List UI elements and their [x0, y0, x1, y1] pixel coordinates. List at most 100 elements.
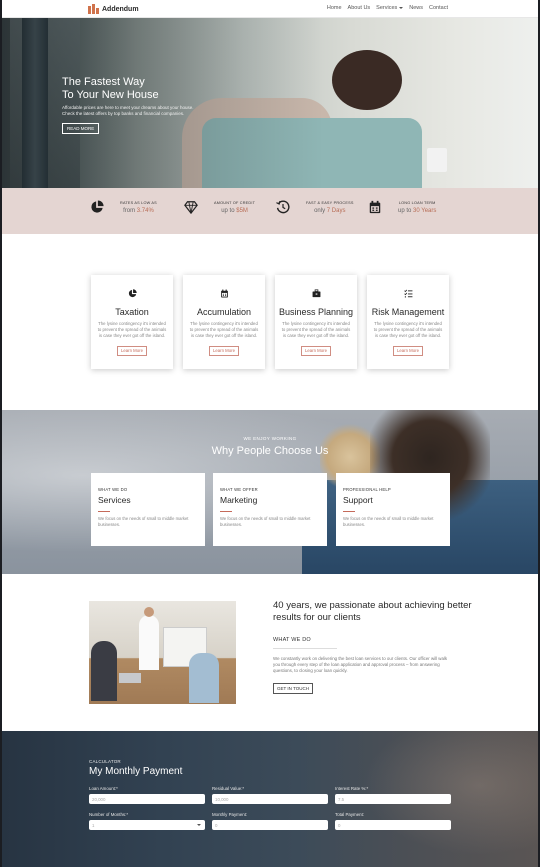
stat-rates: RATES AS LOW AS from 3.74%	[90, 200, 157, 214]
field-label: Interest Rate %:*	[335, 786, 369, 791]
read-more-button[interactable]: READ MORE	[62, 123, 100, 134]
why-card-text: We focus on the needs of small to middle…	[220, 516, 311, 527]
interest-rate-input[interactable]: 7.5	[335, 794, 451, 804]
hero-section: The Fastest Way To Your New House Afford…	[2, 18, 538, 188]
divider	[98, 511, 110, 512]
hero-subtitle: Affordable prices are here to meet your …	[62, 105, 262, 117]
field-label: Total Payment:	[335, 812, 365, 817]
why-card-title: Support	[343, 495, 373, 505]
nav-item-services-label: Services	[376, 5, 398, 11]
stat-value-line: up to 30 Years	[398, 208, 436, 214]
divider	[343, 511, 355, 512]
loan-amount-field: Loan Amount:* 20,000	[89, 786, 205, 804]
stat-label: AMOUNT OF CREDIT	[214, 200, 256, 205]
service-text: The lysine contingency it's intended to …	[373, 321, 443, 338]
stat-label: FAST & EASY PROCESS	[306, 200, 354, 205]
residual-value-input[interactable]: 10,000	[212, 794, 328, 804]
brand-name: Addendum	[102, 5, 139, 13]
select-value: 1	[92, 822, 95, 828]
hero-subtitle-line2: Check the latest offers by top banks and…	[62, 111, 185, 116]
page: Addendum Home About Us Services News Con…	[2, 0, 538, 867]
about-subtitle: WHAT WE DO	[273, 637, 311, 643]
why-card-title: Services	[98, 495, 131, 505]
pie-chart-icon	[91, 200, 104, 213]
service-title: Risk Management	[371, 307, 445, 317]
number-of-months-select[interactable]: 1	[89, 820, 205, 830]
service-card-accumulation: Accumulation The lysine contingency it's…	[183, 275, 265, 369]
loan-amount-input[interactable]: 20,000	[89, 794, 205, 804]
stat-term: LONG LOAN TERM up to 30 Years	[368, 200, 436, 214]
calendar-icon	[220, 289, 228, 298]
photo-presenter-head	[144, 607, 154, 617]
photo-attendee-right	[189, 653, 219, 703]
why-card-title: Marketing	[220, 495, 258, 505]
learn-more-button[interactable]: Learn More	[209, 345, 239, 356]
why-eyebrow: WE ENJOY WORKING	[243, 436, 297, 441]
stat-prefix: up to	[398, 207, 412, 214]
stat-label: LONG LOAN TERM	[398, 200, 436, 205]
divider	[273, 648, 337, 649]
stat-value-line: up to $5M	[214, 208, 255, 214]
monthly-payment-field: Monthly Payment: 0	[212, 812, 328, 830]
service-text: The lysine contingency it's intended to …	[97, 321, 167, 338]
residual-value-field: Residual Value:* 10,000	[212, 786, 328, 804]
caret-down-icon	[399, 6, 404, 9]
stat-value: $5M	[236, 207, 248, 214]
nav-item-services[interactable]: Services	[376, 5, 404, 11]
why-card-marketing: WHAT WE OFFER Marketing We focus on the …	[213, 473, 327, 546]
why-card-support: PROFESSIONAL HELP Support We focus on th…	[336, 473, 450, 546]
calculator-eyebrow: CALCULATOR	[89, 759, 121, 764]
field-label: Number of Months:*	[89, 812, 129, 817]
about-section: 40 years, we passionate about achieving …	[2, 574, 538, 731]
hero-title-line1: The Fastest Way	[62, 76, 145, 88]
stat-value: 30 Years	[413, 207, 437, 214]
navbar: Addendum Home About Us Services News Con…	[2, 0, 538, 18]
service-text: The lysine contingency it's intended to …	[189, 321, 259, 338]
stat-prefix: from	[123, 207, 136, 214]
calculator-title: My Monthly Payment	[89, 766, 183, 777]
calculator-section: CALCULATOR My Monthly Payment Loan Amoun…	[2, 731, 538, 867]
building-logo-icon	[88, 4, 99, 14]
learn-more-button[interactable]: Learn More	[393, 345, 423, 356]
why-card-sub: WHAT WE DO	[98, 487, 128, 492]
about-text: We constantly work on delivering the bes…	[273, 656, 448, 673]
learn-more-button[interactable]: Learn More	[301, 345, 331, 356]
field-label: Residual Value:*	[212, 786, 245, 791]
stat-prefix: up to	[221, 207, 235, 214]
why-card-text: We focus on the needs of small to middle…	[98, 516, 189, 527]
main-menu: Home About Us Services News Contact	[327, 5, 448, 11]
stat-label: RATES AS LOW AS	[120, 200, 157, 205]
checklist-icon	[403, 289, 412, 298]
services-section: Taxation The lysine contingency it's int…	[2, 234, 538, 410]
service-title: Accumulation	[196, 307, 252, 317]
stat-value-line: only 7 Days	[306, 208, 354, 214]
stat-prefix: only	[314, 207, 326, 214]
stat-process: FAST & EASY PROCESS only 7 Days	[276, 200, 354, 214]
nav-item-home[interactable]: Home	[327, 5, 342, 11]
service-title: Taxation	[115, 307, 149, 317]
monthly-payment-output[interactable]: 0	[212, 820, 328, 830]
nav-item-contact[interactable]: Contact	[429, 5, 448, 11]
divider	[220, 511, 232, 512]
service-card-risk-management: Risk Management The lysine contingency i…	[367, 275, 449, 369]
total-payment-output[interactable]: 0	[335, 820, 451, 830]
get-in-touch-button[interactable]: GET IN TOUCH	[273, 683, 314, 694]
pie-chart-icon	[128, 289, 137, 298]
calendar-icon	[369, 200, 381, 214]
service-title: Business Planning	[278, 307, 354, 317]
field-label: Loan Amount:*	[89, 786, 118, 791]
chevron-down-icon	[197, 824, 201, 826]
photo-attendee-left	[91, 641, 117, 701]
brand-logo[interactable]: Addendum	[88, 4, 139, 14]
photo-laptop	[119, 673, 141, 683]
nav-item-about-us[interactable]: About Us	[348, 5, 371, 11]
meeting-photo	[89, 601, 236, 704]
stat-credit: AMOUNT OF CREDIT up to $5M	[184, 200, 255, 214]
nav-item-news[interactable]: News	[409, 5, 423, 11]
about-title: 40 years, we passionate about achieving …	[273, 600, 472, 623]
why-choose-us-section: WE ENJOY WORKING Why People Choose Us WH…	[2, 410, 538, 574]
hero-title: The Fastest Way To Your New House	[62, 76, 262, 102]
learn-more-button[interactable]: Learn More	[117, 345, 147, 356]
interest-rate-field: Interest Rate %:* 7.5	[335, 786, 451, 804]
photo-presenter	[139, 615, 159, 670]
